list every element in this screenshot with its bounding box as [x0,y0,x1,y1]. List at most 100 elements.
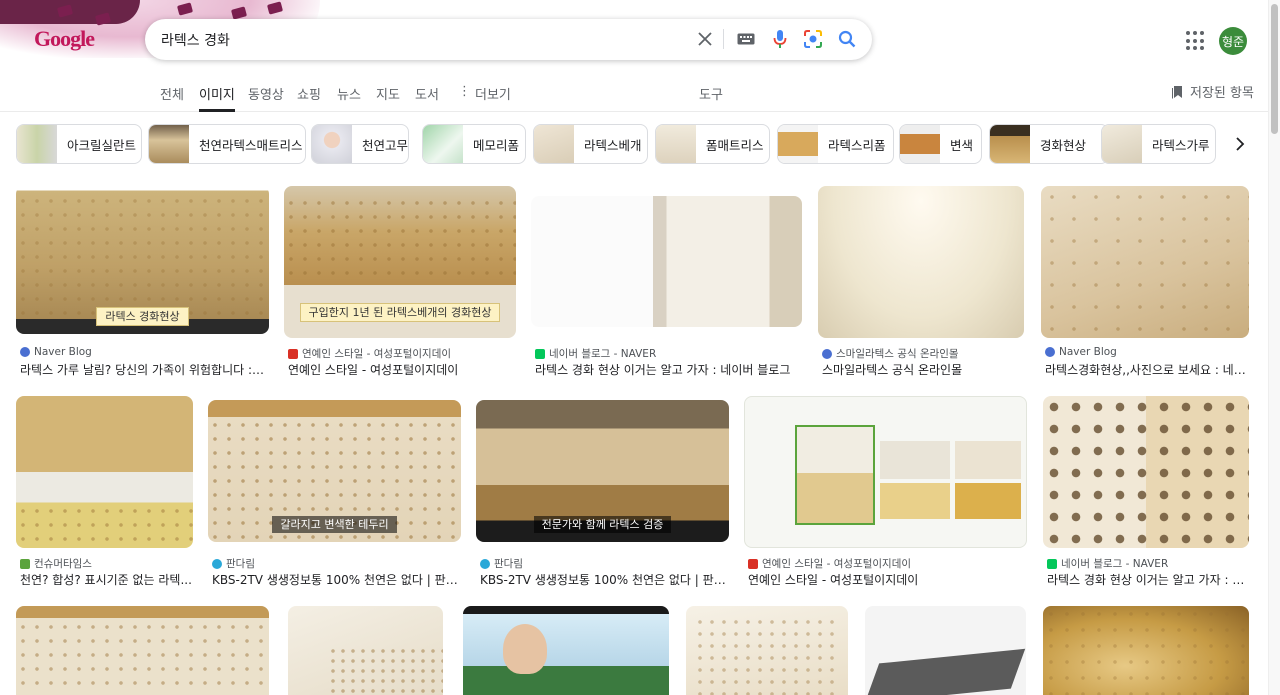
result-source: 판다림 [212,556,255,571]
chip-label: 아크릴실란트 [67,137,137,153]
result-source: 네이버 블로그 - NAVER [1047,556,1168,571]
search-input[interactable] [161,29,681,51]
result-title[interactable]: KBS-2TV 생생정보통 100% 천연은 없다 | 판다림 [212,571,462,588]
result-title[interactable]: 스마일라텍스 공식 온라인몰 [822,361,1024,378]
scrollbar[interactable] [1268,0,1280,695]
tab-books[interactable]: 도서 [415,84,439,112]
image-result[interactable] [463,606,669,695]
chip-label: 천연라텍스매트리스 [199,137,303,153]
result-thumbnail: 라텍스 경화현상 [16,186,269,334]
chip-latex-powder[interactable]: 라텍스가루 [1101,124,1216,164]
tab-news[interactable]: 뉴스 [337,84,361,112]
lens-icon[interactable] [801,27,825,51]
chip-label: 라텍스리폼 [828,137,886,153]
chip-foam-mattress[interactable]: 폼매트리스 [655,124,770,164]
search-icon[interactable] [835,27,859,51]
chip-discoloration[interactable]: 변색 [899,124,982,164]
avatar[interactable]: 형준 [1219,27,1247,55]
result-thumbnail: 전문가와 함께 라텍스 검증 [476,400,729,542]
chip-latex-pillow[interactable]: 라텍스베개 [533,124,648,164]
result-thumbnail [1043,396,1249,548]
tab-images[interactable]: 이미지 [199,84,235,112]
result-thumbnail [288,606,443,695]
easyday-favicon-icon [288,348,298,359]
image-caption: 전문가와 함께 라텍스 검증 [476,513,729,533]
result-title[interactable]: KBS-2TV 생생정보통 100% 천연은 없다 | 판다림 [480,571,730,588]
result-title[interactable]: 연예인 스타일 - 여성포털이지데이 [748,571,1026,588]
result-title[interactable]: 천연? 합성? 표시기준 없는 라텍... [20,571,192,588]
result-thumbnail [463,606,669,695]
image-result[interactable]: 구입한지 1년 된 라텍스베개의 경화현상 연예인 스타일 - 여성포털이지데이… [284,186,516,378]
chip-label: 변색 [950,137,974,153]
image-result[interactable] [16,606,269,695]
image-result[interactable] [865,606,1026,695]
chip-thumbnail [534,125,574,163]
result-title[interactable]: 라텍스 경화 현상 이거는 알고 가자 : 네이버 블로그 [535,361,801,378]
result-title[interactable]: 라텍스경화현상,,사진으로 보세요 : 네이... [1045,361,1249,378]
result-source: 네이버 블로그 - NAVER [535,346,656,361]
result-thumbnail [1041,186,1249,338]
chip-thumbnail [1102,125,1142,163]
comparison-swatch [955,483,1021,519]
search-tabs: 전체 이미지 동영상 쇼핑 뉴스 지도 도서 ⋮ 더보기 도구 [0,78,1268,112]
chip-natural-latex-mattress[interactable]: 천연라텍스매트리스 [148,124,306,164]
comparison-swatch [880,441,950,479]
chip-latex-reform[interactable]: 라텍스리폼 [777,124,894,164]
image-result[interactable]: 네이버 블로그 - NAVER 라텍스 경화 현상 이거는 알고 가자 : 네.… [1043,396,1249,588]
result-thumbnail [686,606,848,695]
microphone-icon[interactable] [768,27,792,51]
clear-icon[interactable] [693,27,717,51]
smile-latex-favicon-icon [822,348,832,359]
image-result[interactable] [1043,606,1249,695]
image-caption: 구입한지 1년 된 라텍스베개의 경화현상 [284,301,516,322]
result-source: 컨슈머타임스 [20,556,92,571]
google-doodle-logo[interactable]: Google [34,26,95,52]
naver-blog-favicon-icon [20,347,30,357]
chip-label: 천연고무 [362,137,409,153]
result-thumbnail [744,396,1027,548]
chevron-right-icon[interactable] [1226,130,1254,158]
result-source: 판다림 [480,556,523,571]
saved-items-link[interactable]: 저장된 항목 [1172,82,1254,101]
image-result[interactable]: 컨슈머타임스 천연? 합성? 표시기준 없는 라텍... [16,396,193,588]
scrollbar-thumb[interactable] [1271,4,1278,134]
image-result[interactable] [686,606,848,695]
bookmark-icon [1172,85,1182,98]
result-source: Naver Blog [20,346,92,358]
chip-label: 라텍스베개 [584,137,642,153]
image-result[interactable]: 스마일라텍스 공식 온라인몰 스마일라텍스 공식 온라인몰 [818,186,1024,378]
result-title[interactable]: 라텍스 가루 날림? 당신의 가족이 위험합니다 : ... [20,361,266,378]
image-result[interactable]: 전문가와 함께 라텍스 검증 판다림 KBS-2TV 생생정보통 100% 천연… [476,396,730,588]
pandarim-favicon-icon [480,558,490,569]
result-thumbnail [865,606,1026,695]
chip-hardening-phenomenon[interactable]: 경화현상 [989,124,1109,164]
result-title[interactable]: 라텍스 경화 현상 이거는 알고 가자 : 네... [1047,571,1249,588]
chip-natural-rubber[interactable]: 천연고무 [311,124,409,164]
consumer-times-favicon-icon [20,558,30,569]
tab-tools[interactable]: 도구 [699,84,723,112]
image-caption: 라텍스 경화현상 [16,305,269,326]
image-result[interactable]: Naver Blog 라텍스경화현상,,사진으로 보세요 : 네이... [1041,186,1249,378]
image-result[interactable] [288,606,443,695]
chip-memory-foam[interactable]: 메모리폼 [422,124,526,164]
result-thumbnail [16,396,193,548]
tab-maps[interactable]: 지도 [376,84,400,112]
result-source: Naver Blog [1045,346,1117,358]
tab-videos[interactable]: 동영상 [248,84,284,112]
image-result[interactable]: 갈라지고 변색한 테두리 판다림 KBS-2TV 생생정보통 100% 천연은 … [208,396,462,588]
comparison-highlight [795,425,875,525]
keyboard-icon[interactable] [734,27,758,51]
comparison-swatch [955,441,1021,479]
chip-acrylic-sealant[interactable]: 아크릴실란트 [16,124,142,164]
result-title[interactable]: 연예인 스타일 - 여성포털이지데이 [288,361,516,378]
tab-more-label: 더보기 [475,88,511,103]
comparison-swatch [880,483,950,519]
tab-more[interactable]: ⋮ 더보기 [458,84,511,112]
apps-grid-icon[interactable] [1186,31,1206,51]
image-result[interactable]: 네이버 블로그 - NAVER 라텍스 경화 현상 이거는 알고 가자 : 네이… [531,186,802,378]
image-result[interactable]: 라텍스 경화현상 Naver Blog 라텍스 가루 날림? 당신의 가족이 위… [16,186,269,378]
chip-thumbnail [778,125,818,163]
tab-all[interactable]: 전체 [160,84,184,112]
tab-shopping[interactable]: 쇼핑 [297,84,321,112]
image-result[interactable]: 연예인 스타일 - 여성포털이지데이 연예인 스타일 - 여성포털이지데이 [744,396,1027,588]
